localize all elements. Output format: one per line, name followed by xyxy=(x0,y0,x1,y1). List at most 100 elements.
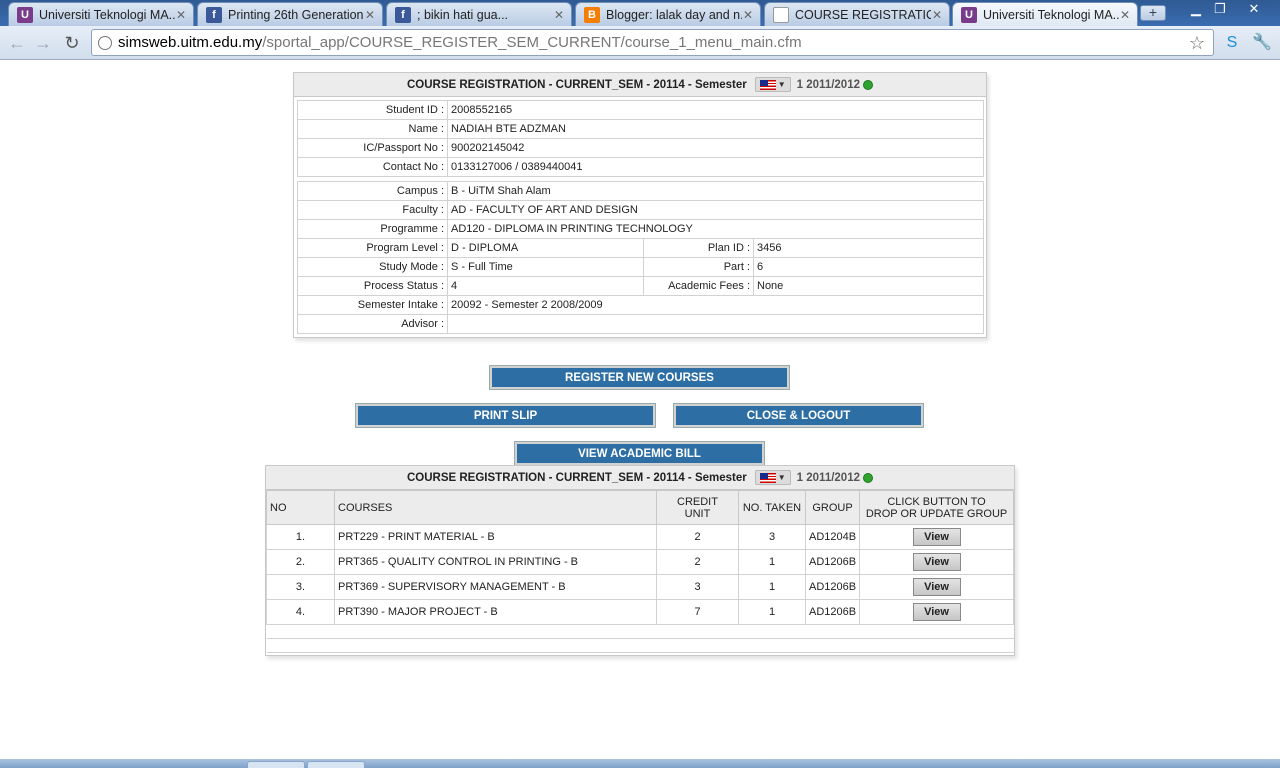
view-button[interactable]: View xyxy=(912,578,961,596)
table-row: Campus : B - UiTM Shah Alam xyxy=(297,181,984,201)
reload-icon[interactable]: ↻ xyxy=(61,32,83,54)
register-new-courses-button[interactable]: REGISTER NEW COURSES xyxy=(489,365,790,390)
field-value: 900202145042 xyxy=(447,138,984,158)
tab-title: Blogger: lalak day and n... xyxy=(606,7,742,22)
table-row: 2. PRT365 - QUALITY CONTROL IN PRINTING … xyxy=(266,549,1014,575)
field-value: 2008552165 xyxy=(447,100,984,120)
field-value: 4 xyxy=(447,276,644,296)
table-row: Program Level : D - DIPLOMA Plan ID : 34… xyxy=(297,238,984,258)
browser-tab[interactable]: COURSE REGISTRATION... ✕ xyxy=(764,2,950,26)
tab-title: Universiti Teknologi MA... xyxy=(983,7,1119,22)
page-icon xyxy=(773,6,789,23)
close-icon[interactable]: ✕ xyxy=(931,8,943,22)
forward-arrow-icon[interactable]: → xyxy=(32,32,54,54)
browser-tab[interactable]: U Universiti Teknologi MA... ✕ xyxy=(8,2,194,26)
close-icon[interactable]: ✕ xyxy=(364,8,376,22)
header-line: DROP OR UPDATE GROUP xyxy=(865,507,1008,520)
no-taken: 3 xyxy=(738,524,806,550)
field-value: 3456 xyxy=(753,238,984,258)
url-path: /sportal_app/COURSE_REGISTER_SEM_CURRENT… xyxy=(262,34,802,51)
globe-icon xyxy=(98,35,112,50)
field-label: Campus : xyxy=(297,181,448,201)
courses-panel: COURSE REGISTRATION - CURRENT_SEM - 2011… xyxy=(265,465,1015,656)
table-row: 1. PRT229 - PRINT MATERIAL - B 2 3 AD120… xyxy=(266,524,1014,550)
facebook-icon: f xyxy=(206,6,222,23)
close-icon[interactable]: ✕ xyxy=(175,8,187,22)
wrench-icon[interactable]: 🔧 xyxy=(1252,33,1272,53)
semester-selector[interactable]: ▼ xyxy=(754,470,791,485)
table-row: Student ID : 2008552165 xyxy=(297,100,984,120)
browser-tab[interactable]: f Printing 26th Generation ✕ xyxy=(197,2,383,26)
view-button[interactable]: View xyxy=(912,553,961,571)
action-cell: View xyxy=(859,549,1014,575)
field-value xyxy=(447,314,984,334)
column-header-credit: CREDIT UNIT xyxy=(656,490,739,525)
table-row: Faculty : AD - FACULTY OF ART AND DESIGN xyxy=(297,200,984,220)
malaysia-flag-icon xyxy=(759,472,776,483)
field-value: None xyxy=(753,276,984,296)
close-icon[interactable]: ✕ xyxy=(553,8,565,22)
header-line: UNIT xyxy=(684,507,711,520)
table-row: Name : NADIAH BTE ADZMAN xyxy=(297,119,984,139)
view-button[interactable]: View xyxy=(912,528,961,546)
browser-tab-strip: U Universiti Teknologi MA... ✕ f Printin… xyxy=(0,0,1280,26)
bookmark-star-icon[interactable]: ☆ xyxy=(1189,33,1205,54)
field-label: Programme : xyxy=(297,219,448,239)
column-header-taken: NO. TAKEN xyxy=(738,490,806,525)
view-button[interactable]: View xyxy=(912,603,961,621)
status-ok-icon xyxy=(863,472,873,483)
facebook-icon: f xyxy=(395,6,411,23)
field-label: Academic Fees : xyxy=(643,276,754,296)
panel-header: COURSE REGISTRATION - CURRENT_SEM - 2011… xyxy=(294,73,986,97)
table-row: Process Status : 4 Academic Fees : None xyxy=(297,276,984,296)
field-value: 0133127006 / 0389440041 xyxy=(447,157,984,177)
field-label: Study Mode : xyxy=(297,257,448,277)
student-info-panel: COURSE REGISTRATION - CURRENT_SEM - 2011… xyxy=(293,72,987,338)
credit-unit: 2 xyxy=(656,549,739,575)
course-name: PRT229 - PRINT MATERIAL - B xyxy=(334,524,657,550)
chevron-down-icon: ▼ xyxy=(777,473,786,482)
column-header-group: GROUP xyxy=(804,490,861,525)
window-close-icon[interactable]: ✕ xyxy=(1240,0,1268,18)
header-line: CLICK BUTTON TO xyxy=(887,495,986,508)
field-label: Program Level : xyxy=(297,238,448,258)
group-code: AD1206B xyxy=(804,549,861,575)
print-slip-button[interactable]: PRINT SLIP xyxy=(355,403,656,428)
no-taken: 1 xyxy=(738,549,806,575)
browser-tab-active[interactable]: U Universiti Teknologi MA... ✕ xyxy=(952,2,1138,26)
field-value: 20092 - Semester 2 2008/2009 xyxy=(447,295,984,315)
semester-label: 1 2011/2012 xyxy=(796,471,860,484)
field-value: 6 xyxy=(753,257,984,277)
field-label: Name : xyxy=(297,119,448,139)
new-tab-button[interactable]: + xyxy=(1140,5,1166,21)
back-arrow-icon[interactable]: ← xyxy=(6,32,28,54)
field-value: B - UiTM Shah Alam xyxy=(447,181,984,201)
course-name: PRT365 - QUALITY CONTROL IN PRINTING - B xyxy=(334,549,657,575)
uitm-icon: U xyxy=(17,6,33,23)
table-spacer-row xyxy=(266,624,1014,639)
restore-icon[interactable]: ❐ xyxy=(1206,0,1234,18)
taskbar-item[interactable] xyxy=(247,761,305,768)
table-header-row: NO COURSES CREDIT UNIT NO. TAKEN GROUP C… xyxy=(266,490,1014,525)
table-row: IC/Passport No : 900202145042 xyxy=(297,138,984,158)
tab-title: COURSE REGISTRATION... xyxy=(795,7,931,22)
skype-icon[interactable]: S xyxy=(1222,33,1242,53)
field-label: Student ID : xyxy=(297,100,448,120)
no-taken: 1 xyxy=(738,574,806,600)
semester-selector[interactable]: ▼ xyxy=(754,77,791,92)
address-bar[interactable]: simsweb.uitm.edu.my /sportal_app/COURSE_… xyxy=(91,29,1214,56)
tab-title: ; bikin hati gua... xyxy=(417,7,509,22)
taskbar-item[interactable] xyxy=(307,761,365,768)
credit-unit: 3 xyxy=(656,574,739,600)
close-logout-button[interactable]: CLOSE & LOGOUT xyxy=(673,403,924,428)
course-name: PRT369 - SUPERVISORY MANAGEMENT - B xyxy=(334,574,657,600)
browser-tab[interactable]: f ; bikin hati gua... ✕ xyxy=(386,2,572,26)
browser-tab[interactable]: B Blogger: lalak day and n... ✕ xyxy=(575,2,761,26)
action-cell: View xyxy=(859,524,1014,550)
close-icon[interactable]: ✕ xyxy=(1119,8,1131,22)
close-icon[interactable]: ✕ xyxy=(742,8,754,22)
table-row: Programme : AD120 - DIPLOMA IN PRINTING … xyxy=(297,219,984,239)
table-row: Advisor : xyxy=(297,314,984,334)
view-academic-bill-button[interactable]: VIEW ACADEMIC BILL xyxy=(514,441,765,466)
student-details-table: Student ID : 2008552165 Name : NADIAH BT… xyxy=(297,100,984,177)
